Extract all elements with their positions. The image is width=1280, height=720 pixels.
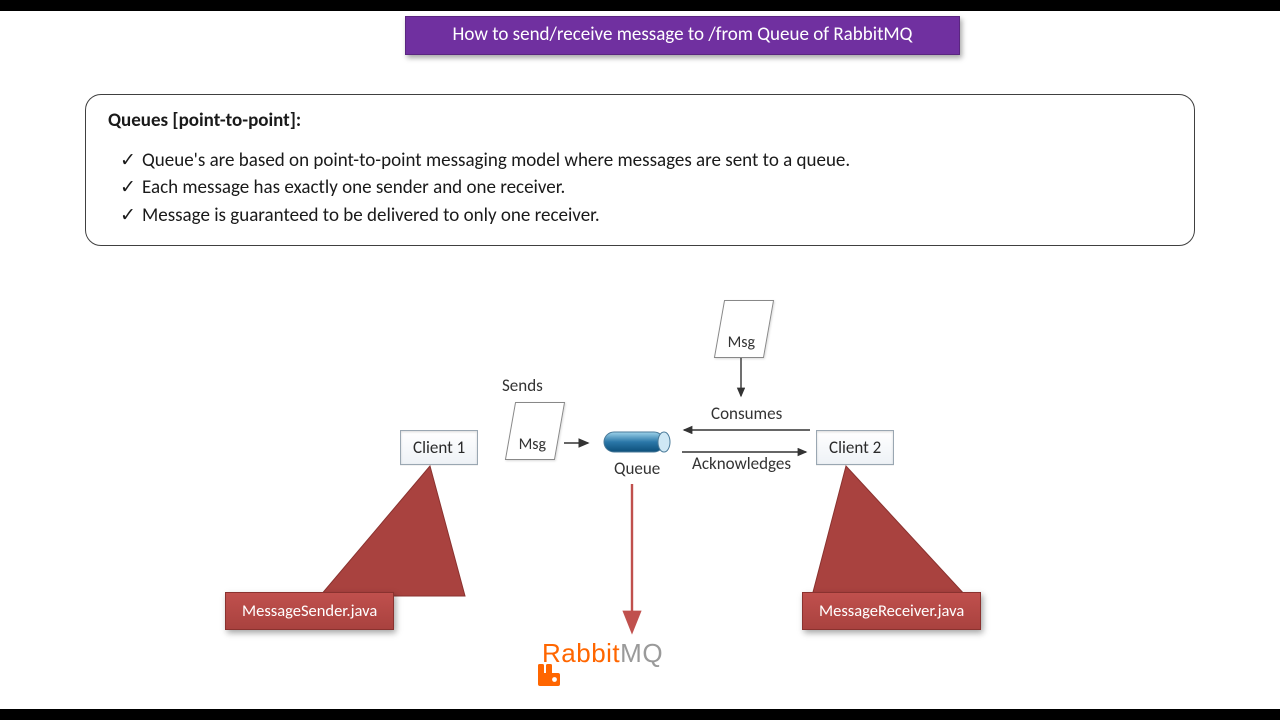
arrow-to-logo-icon [618, 480, 658, 640]
arrow-send-icon [564, 436, 598, 450]
client-2-box: Client 2 [816, 430, 894, 465]
rabbitmq-logo: RabbitMQ [538, 638, 663, 669]
pointer-left [310, 466, 470, 600]
client-1-box: Client 1 [400, 430, 478, 465]
message-label: Msg [728, 333, 755, 352]
letterbox-bottom [0, 709, 1280, 720]
bullet-item: Queue's are based on point-to-point mess… [108, 147, 1172, 175]
callout-message-receiver: MessageReceiver.java [802, 592, 981, 630]
logo-text-mq: MQ [620, 638, 663, 668]
bullet-item: Each message has exactly one sender and … [108, 174, 1172, 202]
queue-diagram: Client 1 Client 2 Msg Msg Sends Consumes… [0, 290, 1280, 710]
message-icon-2: Msg [714, 300, 774, 358]
slide-title: How to send/receive message to /from Que… [405, 16, 960, 55]
panel-heading: Queues [point-to-point]: [108, 107, 1172, 135]
consumes-label: Consumes [711, 403, 782, 424]
callout-message-sender: MessageSender.java [225, 592, 394, 630]
sends-label: Sends [502, 375, 543, 396]
queue-cylinder-icon [598, 430, 670, 452]
arrow-consumes-icon [676, 424, 816, 436]
letterbox-top [0, 0, 1280, 11]
bullet-item: Message is guaranteed to be delivered to… [108, 202, 1172, 230]
message-icon-1: Msg [505, 402, 565, 460]
bullet-list: Queue's are based on point-to-point mess… [108, 147, 1172, 230]
message-label: Msg [519, 435, 546, 454]
arrow-ack-icon [676, 446, 816, 458]
queue-label: Queue [614, 458, 660, 479]
content-panel: Queues [point-to-point]: Queue's are bas… [85, 94, 1195, 246]
arrow-msg2-down-icon [735, 356, 747, 406]
pointer-right [806, 466, 974, 600]
